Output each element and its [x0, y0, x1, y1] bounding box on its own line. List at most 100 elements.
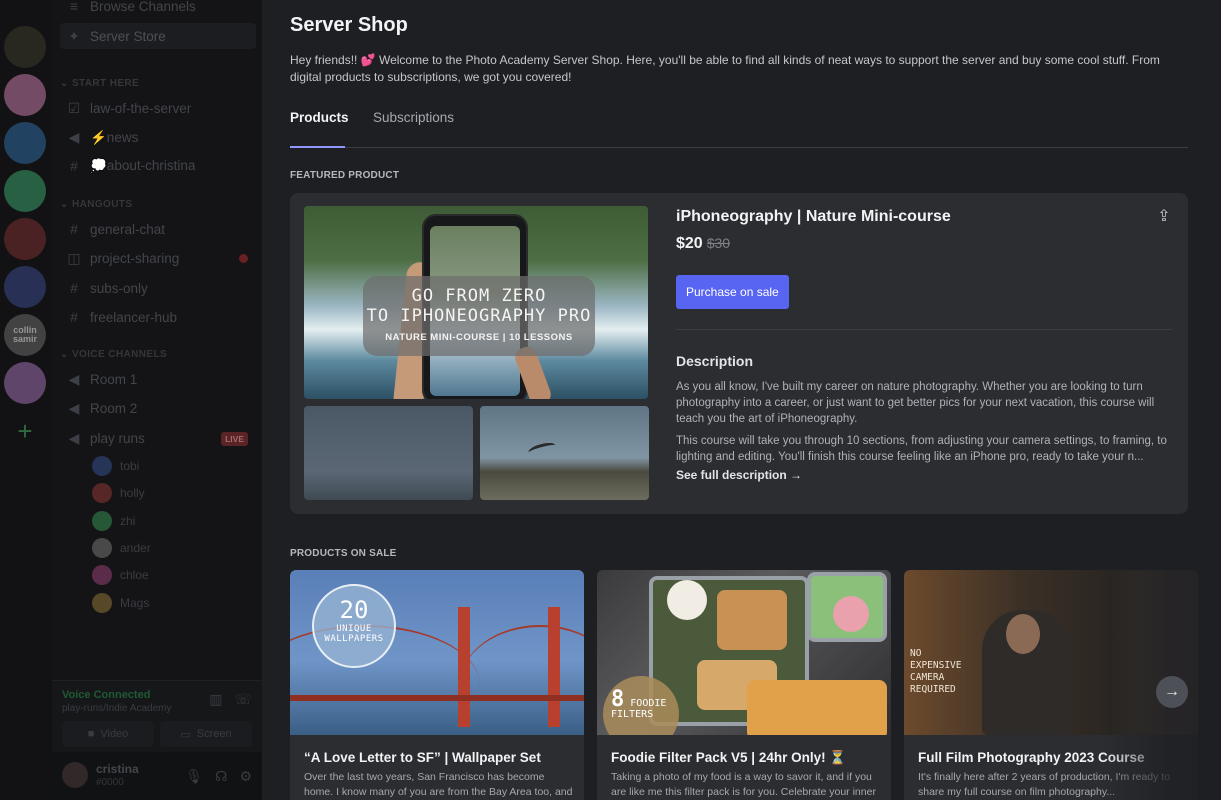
- page-title: Server Shop: [290, 14, 408, 36]
- avatar[interactable]: [62, 762, 88, 788]
- channel-label: ⚡news: [90, 129, 139, 145]
- featured-hero-image[interactable]: GO FROM ZERO TO IPHONEOGRAPHY PRO NATURE…: [304, 206, 648, 399]
- channel-label: 💭about-christina: [90, 158, 196, 173]
- server-icon-collin-samir[interactable]: collin samir: [4, 314, 46, 356]
- product-image: 8 FOODIE FILTERS: [597, 570, 891, 735]
- voice-user[interactable]: tobi: [92, 456, 139, 476]
- voice-connection-panel: Voice Connected play-runs/Indie Academy …: [52, 680, 262, 752]
- featured-product-label: FEATURED PRODUCT: [290, 170, 400, 181]
- channel-browse-channels[interactable]: ≡ Browse Channels: [66, 0, 196, 14]
- product-card[interactable]: 20 UNIQUE WALLPAPERS “A Love Letter to S…: [290, 570, 584, 800]
- channel-about-christina[interactable]: # 💭about-christina: [66, 158, 195, 174]
- voice-user[interactable]: holly: [92, 483, 145, 503]
- channel-play-runs[interactable]: ◀ play runs: [66, 430, 145, 447]
- category-voice-channels[interactable]: ⌄ VOICE CHANNELS: [60, 349, 167, 360]
- gear-icon[interactable]: ⚙: [239, 768, 252, 785]
- channel-project-sharing[interactable]: ◫ project-sharing: [66, 250, 179, 267]
- screen-share-button[interactable]: ▭ Screen: [160, 721, 252, 747]
- server-icon[interactable]: [4, 170, 46, 212]
- channel-room-1[interactable]: ◀ Room 1: [66, 371, 138, 388]
- voice-channel-path: play-runs/Indie Academy: [62, 703, 172, 714]
- active-tab-indicator: [290, 146, 345, 148]
- featured-thumbnail[interactable]: [480, 406, 649, 500]
- noise-suppression-icon[interactable]: ▥: [209, 691, 222, 708]
- description-paragraph: This course will take you through 10 sec…: [676, 435, 1167, 463]
- avatar: [92, 511, 112, 531]
- channel-label: project-sharing: [90, 251, 180, 266]
- channel-label: law-of-the-server: [90, 101, 192, 116]
- channel-general-chat[interactable]: # general-chat: [66, 221, 165, 237]
- hero-overlay-text: GO FROM ZERO TO IPHONEOGRAPHY PRO NATURE…: [363, 276, 595, 356]
- browse-icon: ≡: [69, 0, 79, 14]
- product-card[interactable]: 8 FOODIE FILTERS Foodie Filter Pack V5 |…: [597, 570, 891, 800]
- camera-icon: ■: [87, 728, 95, 740]
- hash-icon: #: [70, 280, 78, 296]
- server-icon[interactable]: [4, 122, 46, 164]
- channel-label: Room 1: [90, 372, 138, 387]
- unread-badge: [239, 254, 248, 263]
- server-rail: collin samir +: [0, 0, 52, 800]
- server-icon[interactable]: [4, 74, 46, 116]
- channel-label: Server Store: [90, 28, 166, 44]
- channel-sidebar: ≡ Browse Channels ✦ Server Store ⌄ START…: [52, 0, 262, 800]
- voice-user[interactable]: chloe: [92, 565, 149, 585]
- hash-icon: #: [70, 221, 78, 237]
- hash-icon: #: [70, 309, 78, 325]
- category-start-here[interactable]: ⌄ START HERE: [60, 78, 139, 89]
- channel-label: Browse Channels: [90, 0, 196, 14]
- avatar: [92, 565, 112, 585]
- channel-label: freelancer-hub: [90, 309, 178, 325]
- server-icon[interactable]: [4, 26, 46, 68]
- category-hangouts[interactable]: ⌄ HANGOUTS: [60, 199, 132, 210]
- channel-subs-only[interactable]: # subs-only: [66, 280, 148, 296]
- hash-icon: #: [70, 158, 78, 174]
- avatar: [92, 483, 112, 503]
- tab-subscriptions[interactable]: Subscriptions: [373, 110, 454, 125]
- channel-freelancer-hub[interactable]: # freelancer-hub: [66, 309, 177, 325]
- product-image: 20 UNIQUE WALLPAPERS: [290, 570, 584, 735]
- description-paragraph: As you all know, I've built my career on…: [676, 381, 1155, 425]
- channel-label: subs-only: [90, 280, 148, 296]
- store-icon: ✦: [68, 27, 80, 44]
- voice-user[interactable]: Mags: [92, 593, 149, 613]
- video-button[interactable]: ■ Video: [62, 721, 154, 747]
- featured-thumbnail[interactable]: [304, 406, 473, 500]
- server-icon[interactable]: [4, 362, 46, 404]
- see-full-description-link[interactable]: See full description →: [676, 468, 802, 482]
- megaphone-icon: ◀: [68, 129, 80, 145]
- add-server-icon[interactable]: +: [4, 410, 46, 452]
- speaker-icon: ◀: [68, 371, 80, 387]
- user-panel: cristina #0000 🎙︎ ☊ ⚙: [52, 752, 262, 800]
- disconnect-icon[interactable]: ☏: [234, 691, 252, 708]
- tab-products[interactable]: Products: [290, 110, 349, 125]
- voice-user[interactable]: ander: [92, 538, 151, 558]
- channel-law-of-the-server[interactable]: ☑ law-of-the-server: [66, 100, 192, 117]
- speaker-icon: ◀: [68, 430, 80, 446]
- server-icon[interactable]: [4, 266, 46, 308]
- microphone-icon[interactable]: 🎙︎: [185, 768, 203, 785]
- voice-status: Voice Connected: [62, 689, 151, 701]
- purchase-button[interactable]: Purchase on sale: [676, 275, 789, 309]
- channel-news[interactable]: ◀ ⚡news: [66, 129, 139, 146]
- channel-room-2[interactable]: ◀ Room 2: [66, 400, 138, 417]
- username: cristina: [96, 762, 139, 776]
- server-icon[interactable]: [4, 218, 46, 260]
- product-title: “A Love Letter to SF” | Wallpaper Set: [304, 750, 541, 765]
- headphones-icon[interactable]: ☊: [215, 768, 227, 785]
- shop-tabs: Products Subscriptions: [290, 110, 1188, 148]
- voice-user[interactable]: zhi: [92, 511, 135, 531]
- product-description: Taking a photo of my food is a way to sa…: [611, 771, 876, 798]
- channel-label: general-chat: [90, 221, 166, 237]
- live-badge: LIVE: [221, 432, 248, 446]
- wallpaper-count-badge: 20 UNIQUE WALLPAPERS: [312, 584, 396, 668]
- server-shop-main: Server Shop Hey friends!! 💕 Welcome to t…: [262, 0, 1221, 800]
- channel-label: Room 2: [90, 401, 138, 416]
- avatar: [92, 456, 112, 476]
- products-on-sale-label: PRODUCTS ON SALE: [290, 548, 397, 559]
- featured-price: $20 $30: [676, 235, 731, 252]
- no-camera-badge: NO EXPENSIVE CAMERA REQUIRED: [910, 648, 962, 695]
- avatar: [92, 593, 112, 613]
- share-icon[interactable]: ⇪: [1154, 206, 1174, 226]
- carousel-next-button[interactable]: →: [1156, 676, 1188, 708]
- channel-server-store[interactable]: ✦ Server Store: [60, 23, 256, 49]
